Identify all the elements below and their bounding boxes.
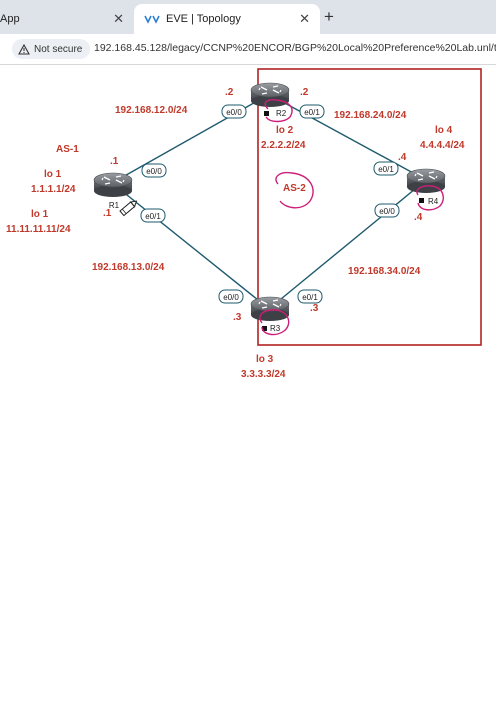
addr-r2-left: .2 xyxy=(225,87,234,98)
addr-r2-right: .2 xyxy=(300,87,309,98)
addr-r3-right: .3 xyxy=(310,303,319,314)
svg-text:e0/1: e0/1 xyxy=(145,212,161,221)
warning-triangle-icon xyxy=(18,43,30,55)
r4-lo-name: lo 4 xyxy=(435,125,453,136)
tab-eve-topology[interactable]: EVE | Topology ✕ xyxy=(134,4,320,34)
svg-text:e0/0: e0/0 xyxy=(379,207,395,216)
eve-logo-icon xyxy=(144,14,160,24)
svg-text:e0/0: e0/0 xyxy=(223,293,239,302)
iface-r3-e00[interactable]: e0/0 xyxy=(218,289,244,304)
iface-r3-e01[interactable]: e0/1 xyxy=(297,289,323,304)
svg-text:e0/0: e0/0 xyxy=(226,108,242,117)
r1-lo1b-name: lo 1 xyxy=(31,209,49,220)
subnet-r2-r4: 192.168.24.0/24 xyxy=(334,110,407,121)
r1-lo1-name: lo 1 xyxy=(44,169,62,180)
tab-strip: App ✕ EVE | Topology ✕ + xyxy=(0,0,496,34)
iface-r1-e00[interactable]: e0/0 xyxy=(141,163,167,178)
topology-diagram: R1 R2 R3 R4 e0/0 e0/1 e0/0 e0/1 e0/0 e0/… xyxy=(6,68,482,380)
link-r2-r4[interactable] xyxy=(269,94,427,181)
addr-r3-left: .3 xyxy=(233,312,242,323)
url-text[interactable]: 192.168.45.128/legacy/CCNP%20ENCOR/BGP%2… xyxy=(94,42,496,54)
addr-r4-down: .4 xyxy=(414,212,423,223)
as2-label: AS-2 xyxy=(283,183,306,194)
r2-lo-name: lo 2 xyxy=(276,125,294,136)
pencil-cursor-icon xyxy=(119,200,138,217)
new-tab-button[interactable]: + xyxy=(324,7,334,27)
node-label-r3: R3 xyxy=(270,324,281,333)
addr-r4-up: .4 xyxy=(398,152,407,163)
close-icon[interactable]: ✕ xyxy=(299,11,310,27)
link-r3-r4[interactable] xyxy=(269,179,427,309)
iface-r4-e00[interactable]: e0/0 xyxy=(374,203,400,218)
iface-r2-e01[interactable]: e0/1 xyxy=(299,104,325,119)
iface-r4-e01[interactable]: e0/1 xyxy=(373,161,399,176)
subnet-r3-r4: 192.168.34.0/24 xyxy=(348,266,421,277)
close-icon[interactable]: ✕ xyxy=(113,11,124,27)
tab-app[interactable]: App ✕ xyxy=(0,4,134,34)
r1-lo1b-ip: 11.11.11.11/24 xyxy=(6,224,71,235)
security-label: Not secure xyxy=(34,43,83,55)
tab-title: EVE | Topology xyxy=(166,13,241,25)
addr-r1-up: .1 xyxy=(110,156,119,167)
subnet-r1-r3: 192.168.13.0/24 xyxy=(92,262,165,273)
node-status-icon xyxy=(264,111,269,116)
red-labels: 192.168.12.0/24 192.168.13.0/24 192.168.… xyxy=(6,87,465,380)
node-label-r2: R2 xyxy=(276,109,287,118)
r2-lo-ip: 2.2.2.2/24 xyxy=(261,140,306,151)
router-r2[interactable] xyxy=(250,82,290,108)
r3-lo-name: lo 3 xyxy=(256,354,274,365)
node-label-r4: R4 xyxy=(428,197,439,206)
node-status-icon xyxy=(419,198,424,203)
tab-title: App xyxy=(0,13,20,25)
svg-text:e0/0: e0/0 xyxy=(146,167,162,176)
iface-r1-e01[interactable]: e0/1 xyxy=(140,208,166,223)
security-chip[interactable]: Not secure xyxy=(12,39,91,59)
router-r1[interactable] xyxy=(93,172,133,198)
svg-text:e0/1: e0/1 xyxy=(302,293,318,302)
address-bar[interactable]: Not secure 192.168.45.128/legacy/CCNP%20… xyxy=(0,34,496,65)
svg-text:e0/1: e0/1 xyxy=(378,165,394,174)
r4-lo-ip: 4.4.4.4/24 xyxy=(420,140,465,151)
r3-lo-ip: 3.3.3.3/24 xyxy=(241,369,286,380)
r1-lo1-ip: 1.1.1.1/24 xyxy=(31,184,76,195)
svg-text:e0/1: e0/1 xyxy=(304,108,320,117)
addr-r1-down: .1 xyxy=(103,208,112,219)
router-r3[interactable] xyxy=(250,296,290,322)
subnet-r1-r2: 192.168.12.0/24 xyxy=(115,105,188,116)
topology-canvas[interactable]: R1 R2 R3 R4 e0/0 e0/1 e0/0 e0/1 e0/0 e0/… xyxy=(0,65,496,720)
as1-label: AS-1 xyxy=(56,144,79,155)
iface-r2-e00[interactable]: e0/0 xyxy=(221,104,247,119)
